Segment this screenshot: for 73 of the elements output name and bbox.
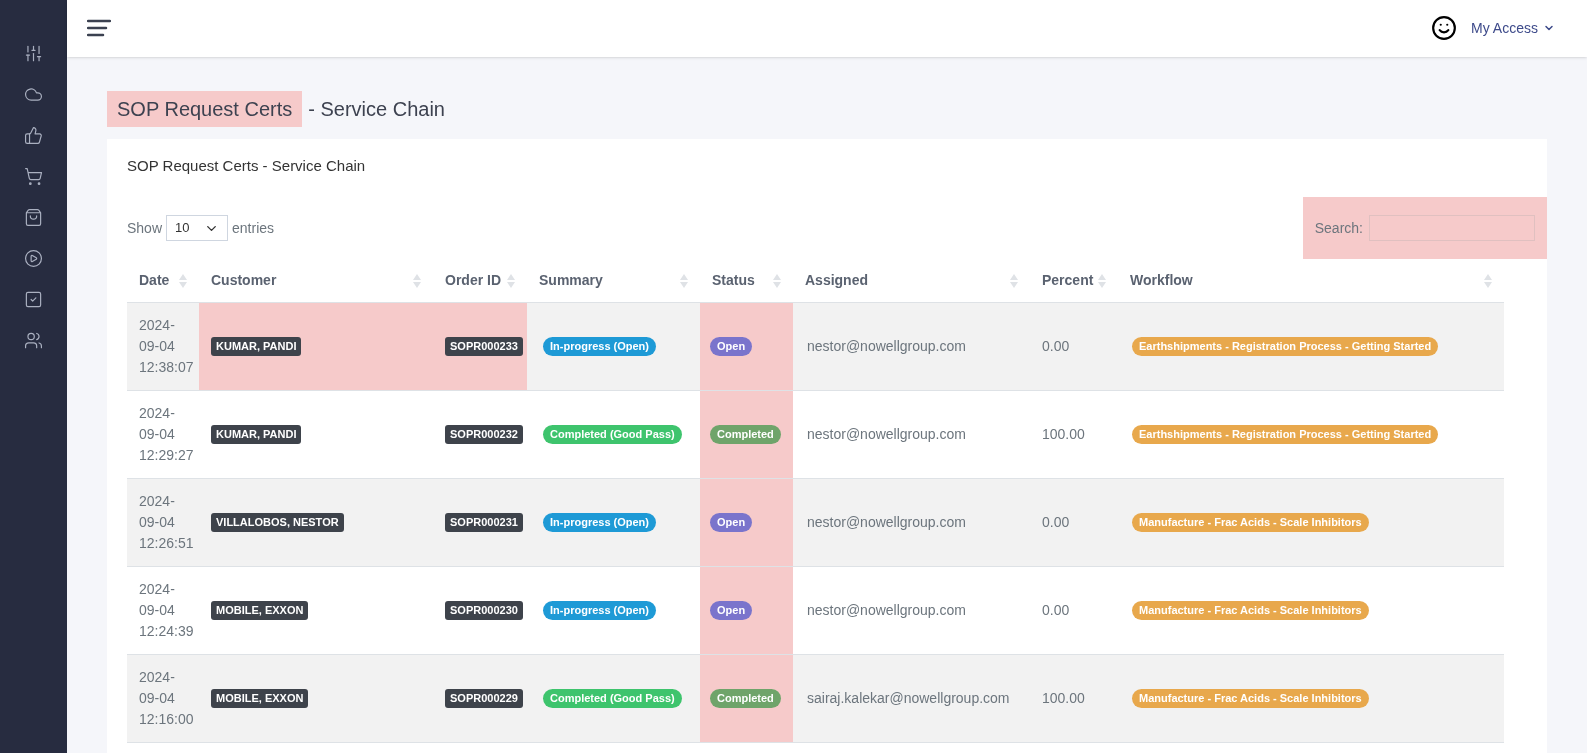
workflow-badge: Manufacture - Frac Acids - Scale Inhibitors: [1132, 513, 1369, 532]
order-id-badge: SOPR000231: [445, 513, 523, 532]
customer-badge: MOBILE, EXXON: [211, 601, 309, 620]
date-text: 2024-09-04 12:38:07: [139, 316, 194, 377]
thumbs-up-icon[interactable]: [24, 126, 43, 145]
smiley-icon[interactable]: [1431, 15, 1458, 42]
customer-badge: KUMAR, PANDI: [211, 425, 302, 444]
cart-icon[interactable]: [24, 167, 43, 186]
status-badge: Open: [710, 601, 753, 620]
order-id-badge: SOPR000229: [445, 689, 523, 708]
assigned-email: nestor@nowellgroup.com: [807, 601, 966, 620]
search-label: Search:: [1314, 218, 1363, 238]
assigned-email: nestor@nowellgroup.com: [807, 513, 966, 532]
column-header[interactable]: Percent: [1030, 270, 1118, 291]
customer-badge: MOBILE, EXXON: [211, 689, 309, 708]
cloud-icon[interactable]: [24, 85, 43, 104]
menu-icon[interactable]: [87, 19, 111, 38]
workflow-badge: Manufacture - Frac Acids - Scale Inhibitors: [1132, 601, 1369, 620]
customer-badge: VILLALOBOS, NESTOR: [211, 513, 344, 532]
page-title: SOP Request Certs - Service Chain: [107, 90, 1547, 127]
workflow-badge: Earthshipments - Registration Process - Getting Started: [1132, 425, 1439, 444]
sort-icon: [1098, 273, 1106, 288]
date-text: 2024-09-04 12:26:51: [139, 492, 194, 553]
sort-icon: [413, 273, 421, 288]
percent-value: 100.00: [1042, 689, 1085, 708]
sort-icon: [1010, 273, 1018, 288]
show-label: Show: [127, 218, 163, 238]
play-icon[interactable]: [24, 249, 43, 268]
column-header[interactable]: Status: [700, 270, 793, 291]
entries-select[interactable]: 10: [166, 215, 229, 241]
shopping-bag-icon[interactable]: [24, 208, 43, 227]
status-badge: Open: [710, 337, 753, 356]
sort-icon: [680, 273, 688, 288]
checkbox-icon[interactable]: [24, 290, 43, 309]
date-text: 2024-09-04 12:16:00: [139, 668, 194, 729]
column-header[interactable]: Order ID: [433, 270, 527, 291]
assigned-email: nestor@nowellgroup.com: [807, 425, 966, 444]
assigned-email: sairaj.kalekar@nowellgroup.com: [807, 689, 1010, 708]
customer-badge: KUMAR, PANDI: [211, 337, 302, 356]
workflow-badge: Earthshipments - Registration Process - Getting Started: [1132, 337, 1439, 356]
sort-icon: [507, 273, 515, 288]
summary-badge: In-progress (Open): [543, 513, 656, 532]
order-id-badge: SOPR000232: [445, 425, 523, 444]
sliders-icon[interactable]: [24, 44, 43, 63]
assigned-email: nestor@nowellgroup.com: [807, 337, 966, 356]
status-badge: Open: [710, 513, 753, 532]
percent-value: 0.00: [1042, 513, 1070, 532]
column-header[interactable]: Customer: [199, 270, 433, 291]
summary-badge: In-progress (Open): [543, 337, 656, 356]
summary-badge: In-progress (Open): [543, 601, 656, 620]
percent-value: 100.00: [1042, 425, 1085, 444]
column-header[interactable]: Assigned: [793, 270, 1030, 291]
users-icon[interactable]: [24, 331, 43, 350]
workflow-badge: Manufacture - Frac Acids - Scale Inhibitors: [1132, 689, 1369, 708]
column-header[interactable]: Workflow: [1118, 270, 1504, 291]
percent-value: 0.00: [1042, 337, 1070, 356]
order-id-badge: SOPR000230: [445, 601, 523, 620]
status-badge: Completed: [710, 689, 781, 708]
sort-icon: [1484, 273, 1492, 288]
entries-label: entries: [232, 218, 275, 238]
status-badge: Completed: [710, 425, 781, 444]
card-title: SOP Request Certs - Service Chain: [127, 155, 367, 176]
sort-icon: [179, 273, 187, 288]
summary-badge: Completed (Good Pass): [543, 689, 682, 708]
summary-badge: Completed (Good Pass): [543, 425, 682, 444]
percent-value: 0.00: [1042, 601, 1070, 620]
order-id-badge: SOPR000233: [445, 337, 523, 356]
column-header[interactable]: Date: [127, 270, 199, 291]
column-header[interactable]: Summary: [527, 270, 700, 291]
sort-icon: [773, 273, 781, 288]
account-menu[interactable]: My Access: [1471, 17, 1555, 39]
date-text: 2024-09-04 12:24:39: [139, 580, 194, 641]
date-text: 2024-09-04 12:29:27: [139, 404, 194, 465]
